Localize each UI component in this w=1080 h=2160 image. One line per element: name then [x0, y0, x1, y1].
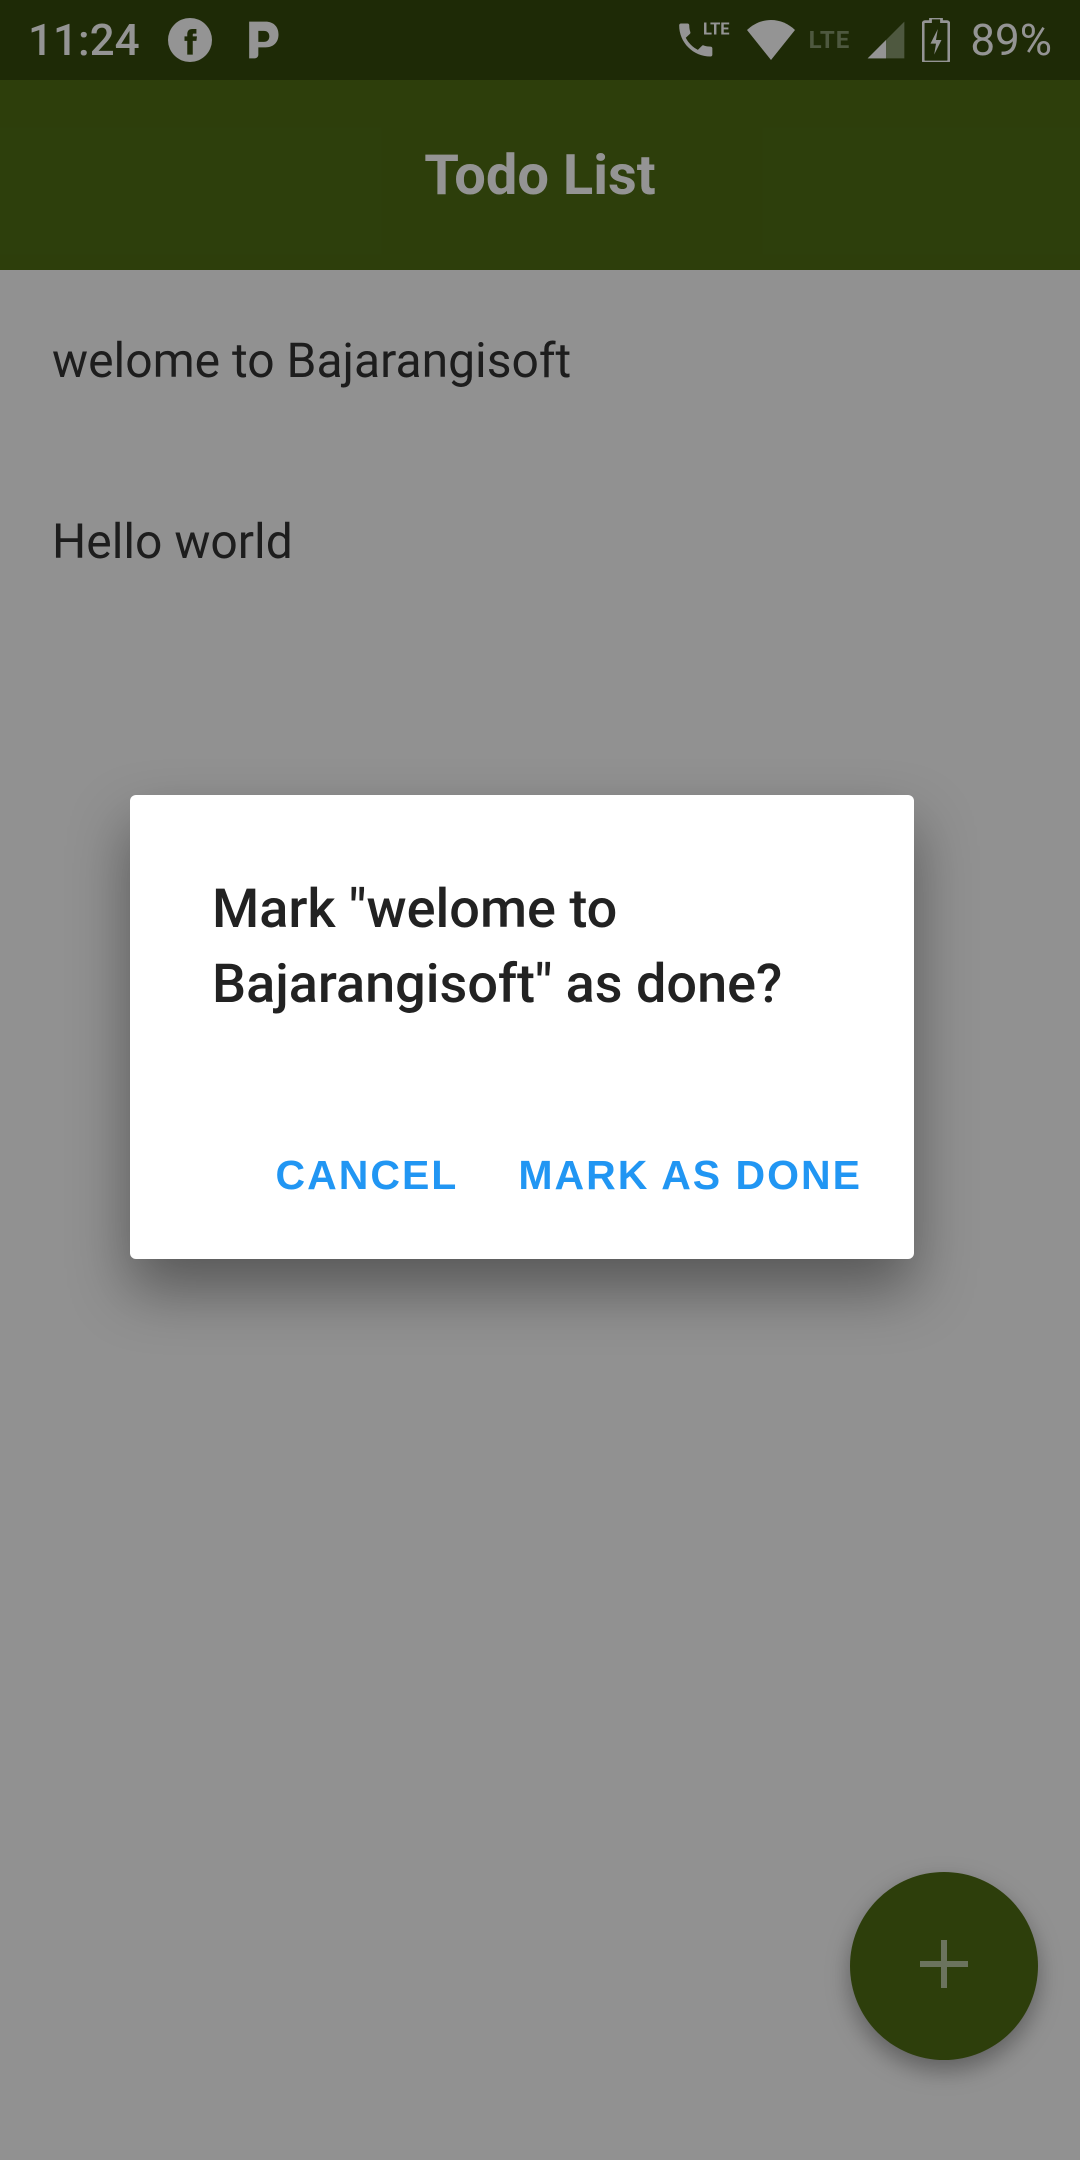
cancel-button[interactable]: CANCEL [276, 1152, 459, 1199]
confirm-dialog: Mark "welome to Bajarangisoft" as done? … [130, 795, 914, 1259]
dialog-title: Mark "welome to Bajarangisoft" as done? [130, 873, 914, 1022]
mark-as-done-button[interactable]: MARK AS DONE [518, 1152, 862, 1199]
dialog-actions: CANCEL MARK AS DONE [130, 1022, 914, 1259]
